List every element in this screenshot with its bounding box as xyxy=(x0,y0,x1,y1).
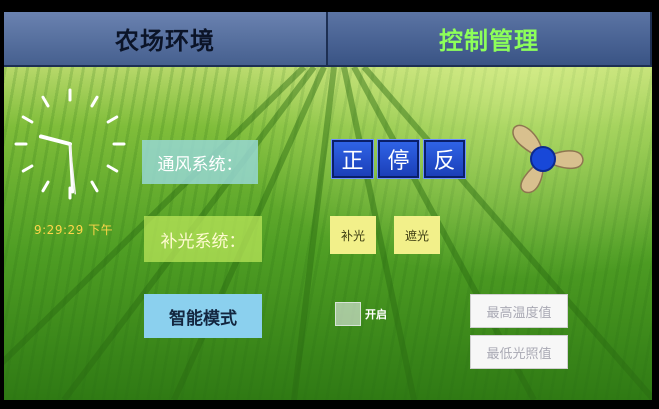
clock-tick xyxy=(41,95,50,108)
smart-mode-enable-checkbox[interactable] xyxy=(335,302,361,326)
clock-tick xyxy=(21,115,34,124)
tab-bar: 农场环境 控制管理 xyxy=(4,12,652,67)
tab-control-management[interactable]: 控制管理 xyxy=(328,12,652,67)
fan-reverse-button[interactable]: 反 xyxy=(423,139,466,179)
min-light-button[interactable]: 最低光照值 xyxy=(470,335,568,369)
hmi-panel: 农场环境 控制管理 9:29:29 下午 通风系统： 正 停 反 补光系统： 补… xyxy=(4,12,652,400)
fan-stop-button[interactable]: 停 xyxy=(377,139,420,179)
lighting-label: 补光系统： xyxy=(144,216,262,262)
fill-light-button[interactable]: 补光 xyxy=(330,216,376,254)
analog-clock xyxy=(14,88,126,200)
ventilation-label: 通风系统： xyxy=(142,140,258,184)
clock-tick xyxy=(21,164,34,173)
shade-button[interactable]: 遮光 xyxy=(394,216,440,254)
clock-time-text: 9:29:29 下午 xyxy=(34,223,114,237)
max-temperature-button[interactable]: 最高温度值 xyxy=(470,294,568,328)
clock-tick xyxy=(41,180,50,193)
smart-mode-enable-label: 开启 xyxy=(365,308,387,321)
tab-farm-environment[interactable]: 农场环境 xyxy=(4,12,328,67)
fan-icon xyxy=(512,124,584,194)
clock-tick xyxy=(90,95,99,108)
clock-hour-hand xyxy=(38,134,72,146)
fan-forward-button[interactable]: 正 xyxy=(331,139,374,179)
clock-tick xyxy=(106,115,119,124)
clock-tick xyxy=(90,180,99,193)
clock-tick xyxy=(106,164,119,173)
smart-mode-button[interactable]: 智能模式 xyxy=(144,294,262,338)
